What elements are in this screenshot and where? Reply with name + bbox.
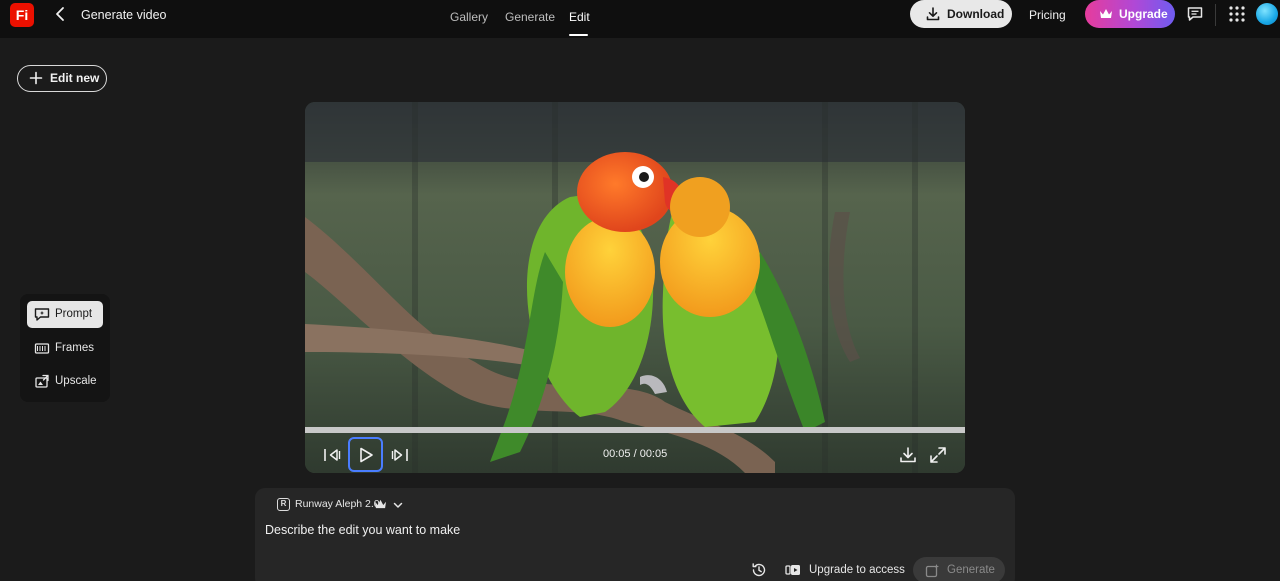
edit-new-button[interactable]: Edit new [17,65,107,92]
generate-label: Generate [947,564,995,576]
top-bar: Fi Generate video Gallery Generate Edit … [0,0,1280,38]
active-tab-indicator [569,34,588,36]
tool-upscale-label: Upscale [55,375,97,387]
history-icon[interactable] [751,562,767,578]
generate-icon [925,564,939,578]
crown-icon [1100,9,1112,18]
app-logo[interactable]: Fi [10,3,34,27]
download-button[interactable]: Download [910,0,1012,28]
play-icon [360,447,373,463]
upgrade-button[interactable]: Upgrade [1085,0,1175,28]
edit-new-label: Edit new [50,71,100,85]
video-player[interactable]: 00:05 / 00:05 [305,102,965,473]
playback-time: 00:05 / 00:05 [603,448,668,460]
progress-fill [305,427,965,433]
plus-icon [29,71,43,85]
upgrade-label: Upgrade [1119,7,1168,21]
tab-edit[interactable]: Edit [569,10,590,24]
tab-generate[interactable]: Generate [505,10,555,24]
tab-gallery[interactable]: Gallery [450,10,488,24]
tool-panel: Prompt Frames Upscale [20,294,110,402]
download-icon [926,7,940,21]
tool-prompt[interactable]: Prompt [27,301,103,328]
fullscreen-icon[interactable] [928,445,948,465]
play-button[interactable] [348,437,383,472]
progress-bar[interactable] [305,427,965,433]
prompt-card: R Runway Aleph 2.0 Describe the edit you… [255,488,1015,581]
download-video-icon[interactable] [898,445,918,465]
chevron-down-icon[interactable] [392,499,404,511]
feedback-icon[interactable] [1186,5,1204,23]
download-label: Download [947,7,1005,21]
back-arrow-icon[interactable] [52,5,70,23]
user-avatar[interactable] [1256,3,1278,25]
model-selector[interactable]: Runway Aleph 2.0 [295,498,380,510]
credits-icon [785,565,800,575]
prompt-icon [34,308,50,321]
generate-button[interactable]: Generate [913,557,1005,581]
tool-frames-label: Frames [55,342,94,354]
header-divider [1215,4,1216,26]
premium-crown-icon [375,499,386,509]
apps-grid-icon[interactable] [1228,5,1246,23]
upscale-icon [35,374,49,388]
page-title: Generate video [81,8,167,22]
pricing-link[interactable]: Pricing [1029,8,1066,22]
tool-prompt-label: Prompt [55,308,93,320]
runway-model-icon: R [277,498,290,511]
video-frame-lovebirds [305,102,965,473]
skip-back-icon[interactable] [322,445,342,465]
prompt-input[interactable]: Describe the edit you want to make [265,523,460,537]
frames-icon [34,343,50,354]
tool-frames[interactable]: Frames [27,335,103,362]
upgrade-to-access-link[interactable]: Upgrade to access [809,564,905,576]
skip-forward-icon[interactable] [390,445,410,465]
tool-upscale[interactable]: Upscale [27,368,103,395]
